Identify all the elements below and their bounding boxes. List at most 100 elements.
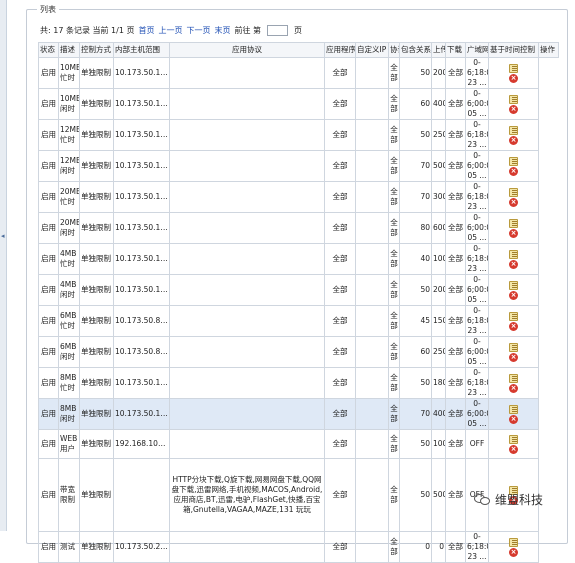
edit-icon[interactable] xyxy=(509,537,518,547)
col-header[interactable]: 基于时间控制 xyxy=(488,42,539,58)
delete-icon[interactable]: × xyxy=(509,166,518,176)
time-cell: 0-6;00:00- 05 ... xyxy=(465,88,489,120)
col-header[interactable]: 内部主机范围 xyxy=(113,42,170,58)
app-cell: 全部 xyxy=(324,429,356,459)
delete-icon[interactable]: × xyxy=(509,259,518,269)
delete-icon[interactable]: × xyxy=(509,290,518,300)
col-header[interactable]: 应用协议 xyxy=(169,42,325,58)
pager-last-link[interactable]: 末页 xyxy=(214,25,230,36)
delete-icon[interactable]: × xyxy=(509,414,518,424)
upload-cell: 50 xyxy=(399,429,432,459)
table-row[interactable]: 启用10MB 忙时单独限制10.173.50.16 ...全部全部502000全… xyxy=(38,57,559,89)
delete-icon[interactable]: × xyxy=(509,352,518,362)
app-cell: 全部 xyxy=(324,212,356,244)
delete-icon[interactable]: × xyxy=(509,444,518,454)
pager-next-link[interactable]: 下一页 xyxy=(186,25,210,36)
relation-cell: 全部 xyxy=(388,274,400,306)
upload-cell: 70 xyxy=(399,181,432,213)
status-cell: 启用 xyxy=(38,274,59,306)
table-row[interactable]: 启用4MB 闲时单独限制10.173.50.1- ...全部全部502000全部… xyxy=(38,274,559,306)
table-row[interactable]: 启用20MB 闲时单独限制10.173.50.14 ...全部全部806000全… xyxy=(38,212,559,244)
delete-icon[interactable]: × xyxy=(509,73,518,83)
custom-ip-cell xyxy=(355,243,389,275)
range-cell: 10.173.50.81 ... xyxy=(113,305,170,337)
mode-cell: 单独限制 xyxy=(79,88,114,120)
pager-prev-link[interactable]: 上一页 xyxy=(158,25,182,36)
desc-cell: 8MB 忙时 xyxy=(58,367,80,399)
custom-ip-cell xyxy=(355,305,389,337)
edit-icon[interactable] xyxy=(509,404,518,414)
delete-icon[interactable]: × xyxy=(509,383,518,393)
left-splitter[interactable]: ◂ xyxy=(0,0,7,531)
col-header[interactable]: 控制方式 xyxy=(79,42,114,58)
delete-icon[interactable]: × xyxy=(509,135,518,145)
pager-page-input[interactable] xyxy=(267,24,289,36)
custom-ip-cell xyxy=(355,88,389,120)
desc-cell: 4MB 闲时 xyxy=(58,274,80,306)
table-row[interactable]: 启用8MB 闲时单独限制10.173.50.10 ...全部全部704000全部… xyxy=(38,398,559,430)
wan-cell: 全部 xyxy=(445,398,466,430)
table-row[interactable]: 启用4MB 忙时单独限制10.173.50.1- ...全部全部401000全部… xyxy=(38,243,559,275)
edit-icon[interactable] xyxy=(509,342,518,352)
table-row[interactable]: 启用WEB 用户单独限制192.168.100. ...全部全部501000全部… xyxy=(38,429,559,459)
col-header[interactable]: 描述 xyxy=(58,42,80,58)
table-row[interactable]: 启用6MB 忙时单独限制10.173.50.81 ...全部全部451500全部… xyxy=(38,305,559,337)
col-header[interactable]: 下载 xyxy=(445,42,466,58)
pager-first-link[interactable]: 首页 xyxy=(138,25,154,36)
delete-icon[interactable]: × xyxy=(509,104,518,114)
edit-icon[interactable] xyxy=(509,280,518,290)
col-header[interactable]: 自定义IP xyxy=(355,42,389,58)
status-cell: 启用 xyxy=(38,458,59,532)
col-header[interactable]: 广域网 xyxy=(465,42,489,58)
table-row[interactable]: 启用10MB 闲时单独限制10.173.50.16 ...全部全部604000全… xyxy=(38,88,559,120)
wan-cell: 全部 xyxy=(445,181,466,213)
mode-cell: 单独限制 xyxy=(79,429,114,459)
relation-cell: 全部 xyxy=(388,243,400,275)
range-cell: 10.173.50.1- ... xyxy=(113,243,170,275)
table-row[interactable]: 启用20MB 忙时单独限制10.173.50.14 ...全部全部703000全… xyxy=(38,181,559,213)
edit-icon[interactable] xyxy=(509,218,518,228)
edit-icon[interactable] xyxy=(509,187,518,197)
col-header[interactable]: 状态 xyxy=(38,42,59,58)
col-header[interactable]: 上传 xyxy=(431,42,446,58)
col-header[interactable]: 协议 xyxy=(388,42,400,58)
collapse-arrow-icon[interactable]: ◂ xyxy=(1,232,5,240)
col-header[interactable]: 包含关系 xyxy=(399,42,432,58)
actions-cell: × xyxy=(488,531,539,563)
mode-cell: 单独限制 xyxy=(79,398,114,430)
upload-cell: 70 xyxy=(399,150,432,182)
table-row[interactable]: 启用12MB 闲时单独限制10.173.50.12 ...全部全部705000全… xyxy=(38,150,559,182)
col-header[interactable]: 应用程序 xyxy=(324,42,356,58)
app-cell: 全部 xyxy=(324,336,356,368)
edit-icon[interactable] xyxy=(509,434,518,444)
edit-icon[interactable] xyxy=(509,373,518,383)
edit-icon[interactable] xyxy=(509,249,518,259)
status-cell: 启用 xyxy=(38,57,59,89)
edit-icon[interactable] xyxy=(509,94,518,104)
protocol-cell xyxy=(169,150,325,182)
upload-cell: 50 xyxy=(399,367,432,399)
delete-icon[interactable]: × xyxy=(509,321,518,331)
mode-cell: 单独限制 xyxy=(79,181,114,213)
wan-cell: 全部 xyxy=(445,367,466,399)
desc-cell: 10MB 闲时 xyxy=(58,88,80,120)
table-row[interactable]: 启用6MB 闲时单独限制10.173.50.81 ...全部全部602500全部… xyxy=(38,336,559,368)
delete-icon[interactable]: × xyxy=(509,547,518,557)
edit-icon[interactable] xyxy=(509,63,518,73)
delete-icon[interactable]: × xyxy=(509,228,518,238)
table-row[interactable]: 启用 测试 单独限制 10.173.50.23 ... 全部 全部 0 0 全部 0-6;18:… xyxy=(38,531,559,563)
table-row[interactable]: 启用12MB 忙时单独限制10.173.50.12 ...全部全部502500全… xyxy=(38,119,559,151)
table-row[interactable]: 启用8MB 忙时单独限制10.173.50.10 ...全部全部501800全部… xyxy=(38,367,559,399)
custom-ip-cell xyxy=(355,367,389,399)
delete-icon[interactable]: × xyxy=(509,197,518,207)
time-cell: 0-6;18:00- 23 ... xyxy=(465,57,489,89)
range-cell: 10.173.50.16 ... xyxy=(113,88,170,120)
edit-icon[interactable] xyxy=(509,156,518,166)
edit-icon[interactable] xyxy=(509,125,518,135)
edit-icon[interactable] xyxy=(509,311,518,321)
custom-ip-cell xyxy=(355,531,389,563)
col-header[interactable]: 操作 xyxy=(538,42,559,58)
actions-cell: × xyxy=(488,398,539,430)
custom-ip-cell xyxy=(355,181,389,213)
desc-cell: 20MB 闲时 xyxy=(58,212,80,244)
